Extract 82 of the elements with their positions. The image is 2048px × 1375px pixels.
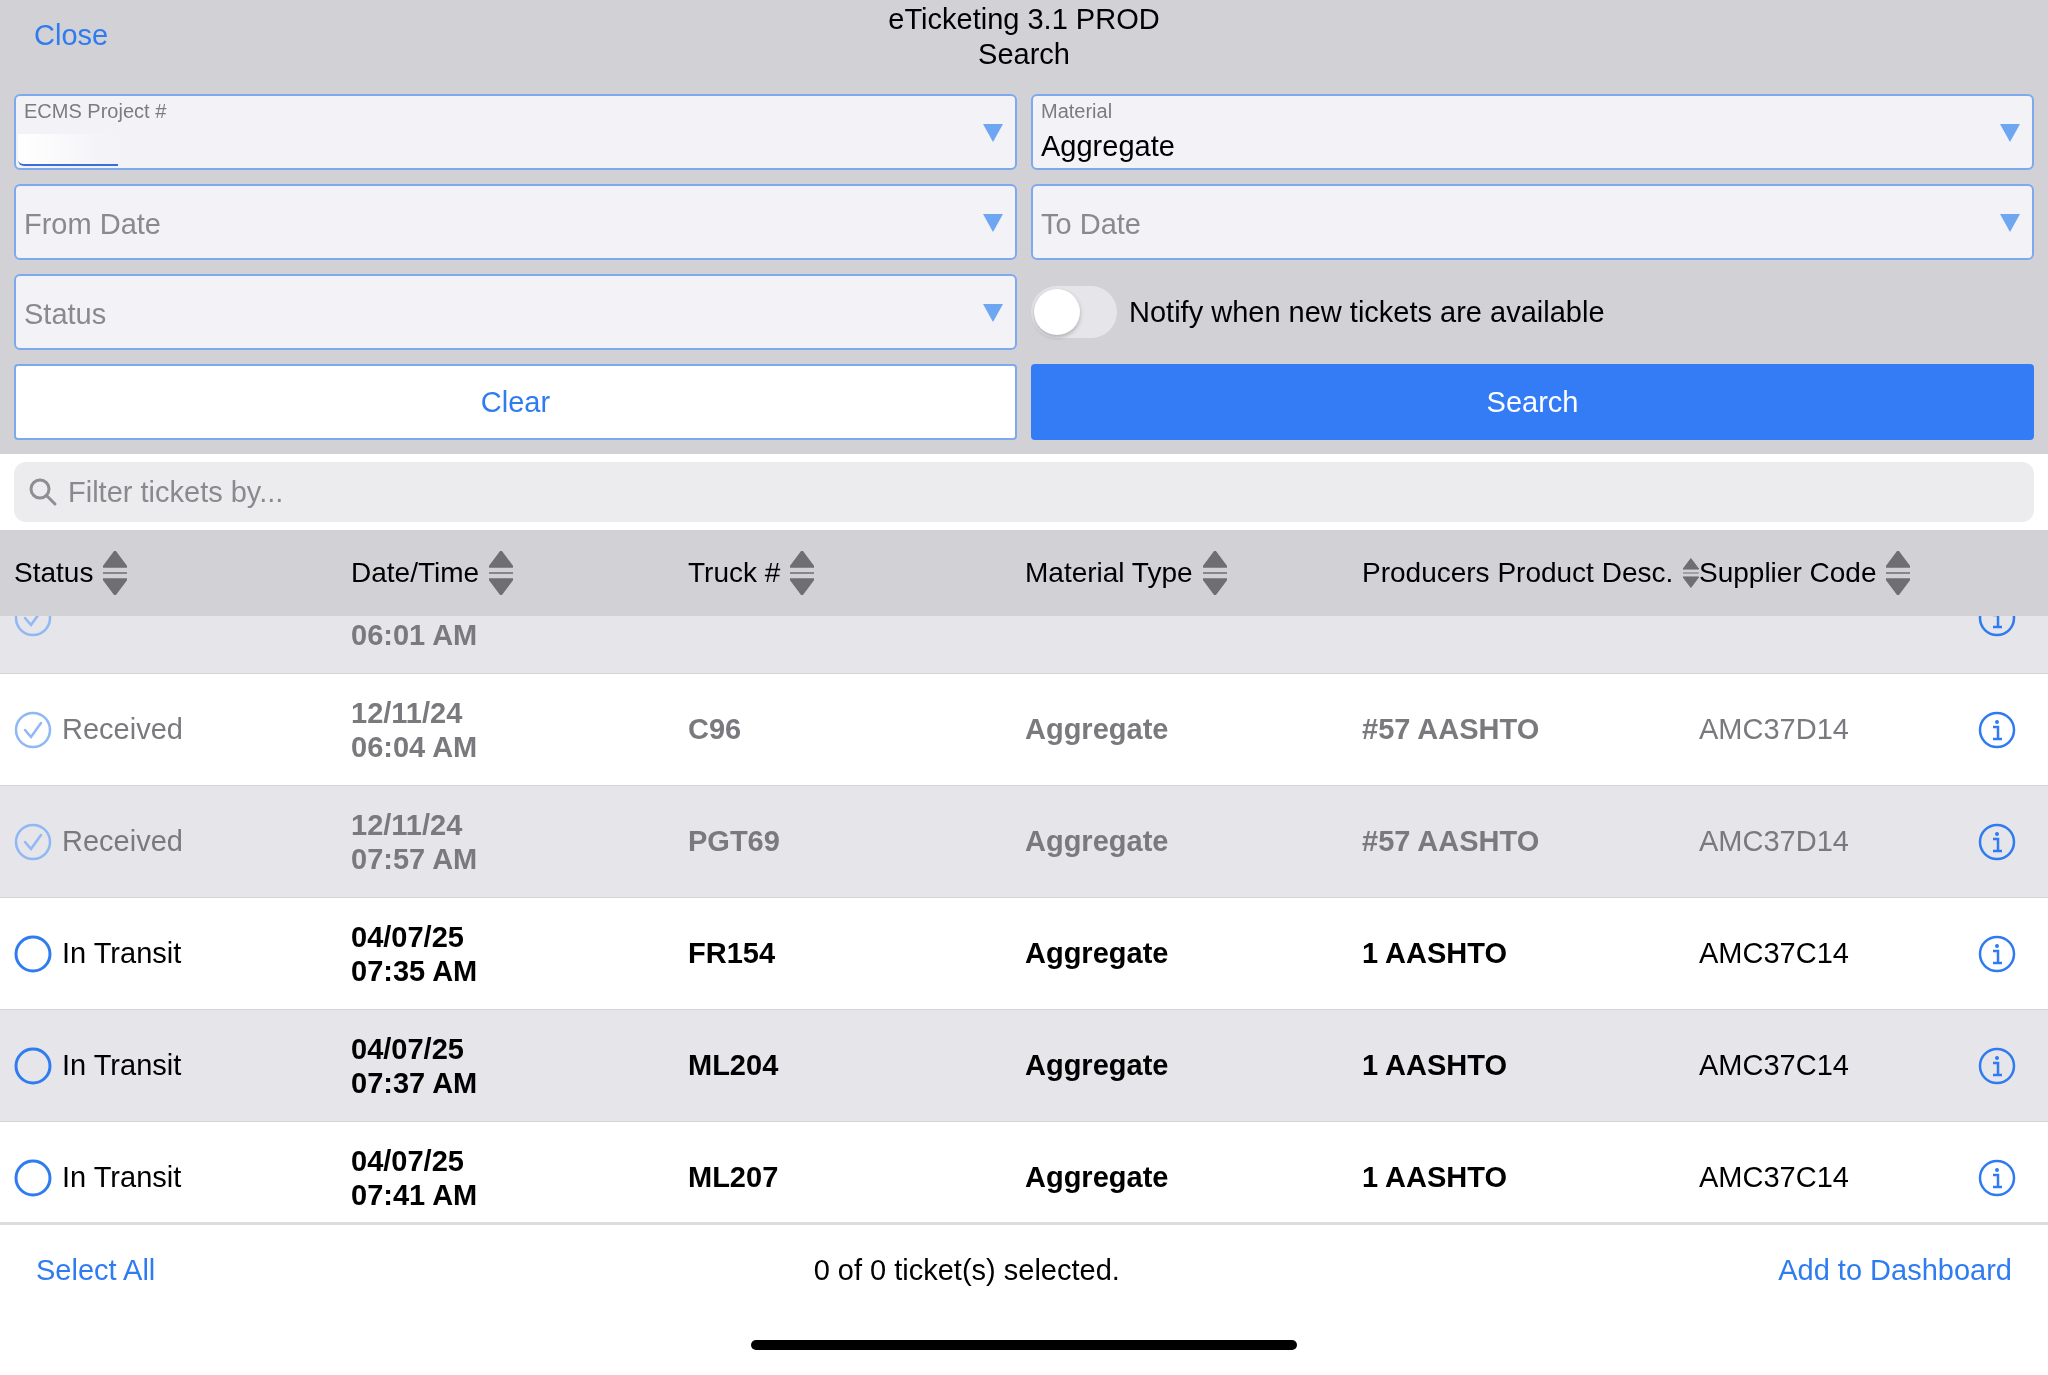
supplier-code-text: AMC37C14 [1699, 1161, 1849, 1194]
search-button[interactable]: Search [1031, 364, 2034, 440]
status-text: Received [62, 713, 183, 746]
time-text: 07:35 AM [351, 953, 478, 988]
dropdown-field[interactable]: Status [14, 274, 1017, 350]
column-header[interactable]: Material Type [1025, 530, 1362, 616]
dropdown-arrow-icon [2000, 214, 2020, 232]
material-text: Aggregate [1025, 825, 1169, 858]
column-header[interactable]: Date/Time [351, 530, 688, 616]
date-text: 04/07/25 [351, 919, 464, 954]
ticket-row[interactable]: In Transit 04/07/25 07:37 AM ML204 Aggregate 1 AASHTO AMC37C14 [0, 1010, 2048, 1122]
circle-icon [14, 1158, 52, 1197]
screen-title: Search [978, 37, 1070, 72]
truck-text: FR154 [688, 937, 776, 970]
info-icon[interactable] [1978, 934, 2016, 973]
time-text: 06:01 AM [351, 617, 478, 652]
supplier-code-text: AMC37C14 [1699, 937, 1849, 970]
search-icon [28, 477, 58, 507]
circle-icon [14, 934, 52, 973]
add-to-dashboard-link[interactable]: Add to Dashboard [1778, 1253, 2012, 1287]
status-text: In Transit [62, 1049, 182, 1082]
column-header[interactable]: Truck # [688, 530, 1025, 616]
info-icon[interactable] [1978, 710, 2016, 749]
app-title: eTicketing 3.1 PROD [888, 2, 1160, 37]
dropdown-field[interactable]: Material Aggregate [1031, 94, 2034, 170]
description-text: #57 AASHTO [1362, 825, 1540, 858]
info-icon[interactable] [1978, 1046, 2016, 1085]
material-text: Aggregate [1025, 1161, 1169, 1194]
truck-text: ML207 [688, 1161, 779, 1194]
date-text: 04/07/25 [351, 1031, 464, 1066]
sort-icon [103, 551, 128, 595]
date-text: 12/11/24 [351, 807, 463, 842]
time-text: 07:41 AM [351, 1177, 478, 1212]
material-text: Aggregate [1025, 937, 1169, 970]
check-circle-icon [14, 710, 52, 749]
supplier-code-text: AMC37C14 [1699, 1049, 1849, 1082]
time-text: 07:37 AM [351, 1065, 478, 1100]
select-all-link[interactable]: Select All [36, 1253, 156, 1287]
check-circle-icon [14, 822, 52, 861]
column-header[interactable]: Producers Product Desc. [1362, 530, 1699, 616]
ticket-row[interactable]: Received 12/11/24 07:57 AM PGT69 Aggregate #57 AASHTO AMC37D14 [0, 786, 2048, 898]
time-text: 06:04 AM [351, 729, 478, 764]
sort-icon [1202, 551, 1227, 595]
sort-icon [489, 551, 514, 595]
supplier-code-text: AMC37D14 [1699, 825, 1849, 858]
dropdown-field[interactable]: ECMS Project # [14, 94, 1017, 170]
status-text: In Transit [62, 937, 182, 970]
description-text: #57 AASHTO [1362, 713, 1540, 746]
notify-label: Notify when new tickets are available [1129, 295, 1605, 329]
close-button[interactable]: Close [34, 18, 109, 52]
dropdown-field[interactable]: To Date [1031, 184, 2034, 260]
info-icon[interactable] [1978, 822, 2016, 861]
truck-text: C96 [688, 713, 742, 746]
column-header[interactable]: Supplier Code [1699, 530, 2048, 616]
clear-button[interactable]: Clear [14, 364, 1017, 440]
notify-toggle[interactable] [1031, 286, 1117, 338]
material-text: Aggregate [1025, 1049, 1169, 1082]
material-text: Aggregate [1025, 713, 1169, 746]
selection-count: 0 of 0 ticket(s) selected. [813, 1253, 1120, 1287]
info-icon[interactable] [1978, 1158, 2016, 1197]
time-text: 07:57 AM [351, 841, 478, 876]
dropdown-field[interactable]: From Date [14, 184, 1017, 260]
date-text: 12/11/24 [351, 695, 463, 730]
description-text: 1 AASHTO [1362, 1049, 1508, 1082]
description-text: 1 AASHTO [1362, 937, 1508, 970]
sort-icon [790, 551, 815, 595]
circle-icon [14, 1046, 52, 1085]
truck-text: PGT69 [688, 825, 780, 858]
sort-icon [1886, 551, 1911, 595]
dropdown-arrow-icon [983, 124, 1003, 142]
description-text: 1 AASHTO [1362, 1161, 1508, 1194]
truck-text: ML204 [688, 1049, 779, 1082]
dropdown-arrow-icon [2000, 124, 2020, 142]
dropdown-arrow-icon [983, 304, 1003, 322]
date-text: 04/07/25 [351, 1143, 464, 1178]
ticket-row[interactable]: 06:01 AM [0, 616, 2048, 674]
filter-field[interactable]: Filter tickets by... [14, 462, 2034, 522]
column-header[interactable]: Status [14, 530, 351, 616]
supplier-code-text: AMC37D14 [1699, 713, 1849, 746]
dropdown-arrow-icon [983, 214, 1003, 232]
status-text: Received [62, 825, 183, 858]
status-text: In Transit [62, 1161, 182, 1194]
